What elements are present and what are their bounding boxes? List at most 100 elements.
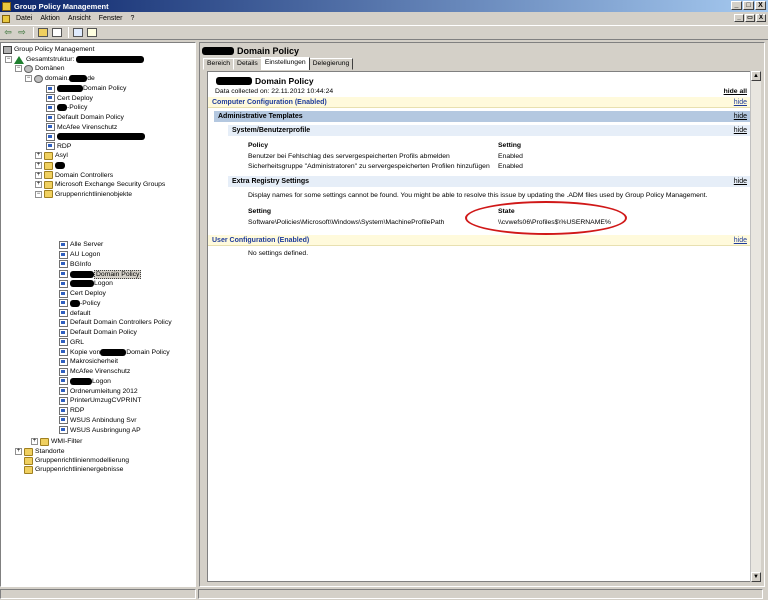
tree-item-ergebnisse[interactable]: Gruppenrichtlinienergebnisse: [24, 465, 123, 475]
extra-registry-header[interactable]: Extra Registry Settings hide: [228, 176, 753, 187]
tree-item[interactable]: + Domain Controllers: [35, 170, 113, 180]
toolbar-separator: [68, 27, 69, 38]
tree-item-gpo[interactable]: Kopie von Domain Policy: [59, 347, 170, 357]
hide-all-link[interactable]: hide all: [724, 88, 747, 95]
console-tree[interactable]: Group Policy Management − Gesamtstruktur…: [0, 42, 196, 587]
tree-item-gpo[interactable]: RDP: [59, 406, 84, 416]
tree-item-gpo[interactable]: Cert Deploy: [59, 289, 106, 299]
tree-item[interactable]: +: [35, 161, 65, 171]
expand-icon[interactable]: +: [35, 162, 42, 170]
tree-item[interactable]: + Microsoft Exchange Security Groups: [35, 180, 165, 190]
scroll-down-icon[interactable]: ▼: [751, 572, 761, 582]
expand-icon[interactable]: +: [35, 181, 42, 189]
tab-delegierung[interactable]: Delegierung: [308, 58, 354, 70]
hide-link[interactable]: hide: [734, 113, 747, 120]
menu-datei[interactable]: Datei: [12, 15, 36, 22]
domain-icon: [34, 74, 43, 83]
expand-icon[interactable]: +: [35, 171, 42, 179]
collapse-icon[interactable]: −: [5, 56, 12, 64]
properties-icon[interactable]: [72, 27, 84, 38]
tree-item[interactable]: -Policy: [46, 103, 87, 113]
tree-item[interactable]: Cert Deploy: [46, 94, 93, 104]
tree-item[interactable]: RDP: [46, 142, 71, 152]
collapse-icon[interactable]: −: [35, 190, 42, 198]
console-tree-icon[interactable]: [51, 27, 63, 38]
tree-item-gpo[interactable]: PrinterUmzugCVPRINT: [59, 396, 141, 406]
tree-item-gpo[interactable]: Domain Policy: [59, 269, 142, 279]
tree-item-domain[interactable]: − domain. de: [25, 74, 95, 84]
tree-item[interactable]: Default Domain Policy: [46, 113, 124, 123]
back-arrow-icon[interactable]: ⇦: [2, 27, 14, 38]
gpo-link-icon: [59, 270, 68, 279]
tree-item[interactable]: McAfee Virenschutz: [46, 122, 117, 132]
mdi-minimize-button[interactable]: _: [734, 14, 744, 22]
help-icon[interactable]: [86, 27, 98, 38]
report-title-text: Domain Policy: [255, 76, 314, 86]
close-button[interactable]: X: [755, 1, 766, 10]
tree-item-gpo[interactable]: Logon: [59, 279, 113, 289]
app-icon: [2, 1, 11, 11]
pane-title-text: Domain Policy: [237, 46, 300, 56]
tree-item[interactable]: − Gruppenrichtlinienobjekte: [35, 190, 132, 200]
mdi-restore-button[interactable]: ▭: [745, 14, 755, 22]
policy-name: Benutzer bei Fehlschlag des servergespei…: [248, 153, 450, 160]
tree-item-domains[interactable]: − Domänen: [15, 64, 64, 74]
expand-icon[interactable]: +: [31, 438, 38, 446]
tree-label: Default Domain Policy: [70, 329, 137, 337]
tree-item-gpo[interactable]: McAfee Virenschutz: [59, 367, 130, 377]
hide-link[interactable]: hide: [734, 178, 747, 185]
tree-item-wmi-filter[interactable]: + WMI-Filter: [31, 437, 82, 447]
expand-icon[interactable]: +: [35, 152, 42, 160]
up-folder-icon[interactable]: [37, 27, 49, 38]
tree-item-gpo[interactable]: Default Domain Policy: [59, 328, 137, 338]
tree-item-root[interactable]: Group Policy Management: [3, 45, 94, 55]
computer-config-header[interactable]: Computer Configuration (Enabled) hide: [208, 97, 753, 108]
folder-icon: [44, 161, 53, 170]
tree-item-gpo[interactable]: GRL: [59, 338, 84, 348]
menu-fenster[interactable]: Fenster: [95, 15, 127, 22]
collapse-icon[interactable]: −: [25, 75, 32, 83]
report-scrollbar[interactable]: ▲ ▼: [750, 71, 761, 582]
mdi-close-button[interactable]: X: [756, 14, 766, 22]
tree-item-gpo[interactable]: WSUS Anbindung Svr: [59, 416, 137, 426]
user-config-header[interactable]: User Configuration (Enabled) hide: [208, 235, 753, 246]
maximize-button[interactable]: □: [743, 1, 754, 10]
folder-icon: [40, 437, 49, 446]
no-settings-text: No settings defined.: [248, 250, 309, 257]
folder-icon: [44, 190, 53, 199]
menu-aktion[interactable]: Aktion: [36, 15, 63, 22]
tree-item[interactable]: Domain Policy: [46, 84, 126, 94]
tree-item[interactable]: [46, 132, 145, 142]
hide-link[interactable]: hide: [734, 127, 747, 134]
minimize-button[interactable]: _: [731, 1, 742, 10]
admin-templates-header[interactable]: Administrative Templates hide: [214, 111, 753, 122]
system-profiles-header[interactable]: System/Benutzerprofile hide: [228, 125, 753, 136]
tree-label: Gruppenrichtlinienmodellierung: [35, 457, 130, 465]
tree-item-gpo[interactable]: Alle Server: [59, 240, 103, 250]
tree-item-gpo[interactable]: WSUS Ausbringung AP: [59, 425, 141, 435]
tree-item-gpo[interactable]: Ordnerumleitung 2012: [59, 386, 138, 396]
mmc-document-icon[interactable]: [2, 14, 10, 23]
tab-einstellungen[interactable]: Einstellungen: [260, 57, 310, 70]
tree-item-gpo[interactable]: Makrosicherheit: [59, 357, 118, 367]
tab-bereich[interactable]: Bereich: [203, 58, 235, 70]
registry-setting-path: Software\Policies\Microsoft\Windows\Syst…: [248, 219, 445, 226]
tree-item-gpo[interactable]: -Policy: [59, 299, 100, 309]
redaction: [202, 47, 234, 55]
scroll-up-icon[interactable]: ▲: [751, 71, 761, 81]
hide-link[interactable]: hide: [734, 237, 747, 244]
forward-arrow-icon[interactable]: ⇨: [16, 27, 28, 38]
tree-item-gpo[interactable]: AU Logon: [59, 250, 100, 260]
gpo-link-icon: [59, 289, 68, 298]
expand-icon[interactable]: +: [15, 448, 22, 456]
tree-item-gpo[interactable]: BGInfo: [59, 260, 91, 270]
tab-details[interactable]: Details: [233, 58, 262, 70]
tree-item[interactable]: + Asyl: [35, 151, 68, 161]
collapse-icon[interactable]: −: [15, 65, 22, 73]
hide-link[interactable]: hide: [734, 99, 747, 106]
tree-item-gpo[interactable]: Logon: [59, 377, 111, 387]
menu-ansicht[interactable]: Ansicht: [64, 15, 95, 22]
tree-item-gpo[interactable]: default: [59, 308, 90, 318]
menu-help[interactable]: ?: [127, 15, 139, 22]
tree-item-gpo[interactable]: Default Domain Controllers Policy: [59, 318, 172, 328]
